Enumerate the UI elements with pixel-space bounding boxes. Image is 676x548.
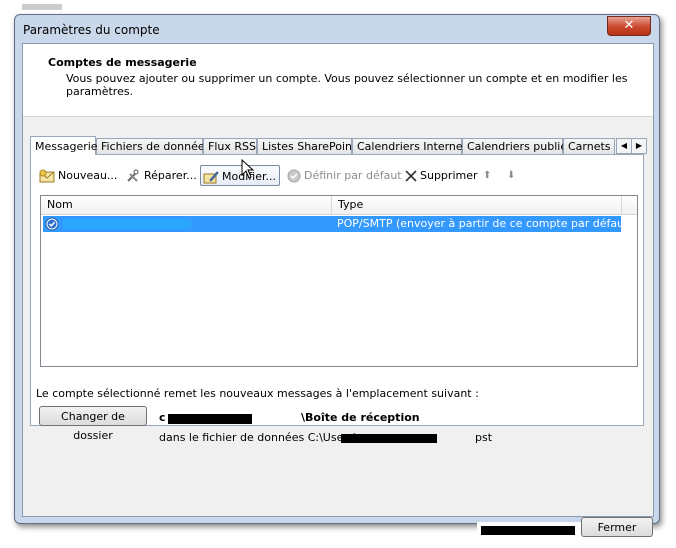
set-default-button[interactable]: Définir par défaut [285, 165, 402, 186]
repair-label: Réparer... [144, 169, 197, 182]
new-account-button[interactable]: Nouveau... [37, 165, 117, 186]
tab-label: Fichiers de données [101, 140, 211, 153]
account-type: POP/SMTP (envoyer à partir de ce compte … [337, 217, 633, 230]
chevron-right-icon: ▶ [635, 141, 643, 150]
move-up-button[interactable]: ⬆ [481, 165, 495, 186]
account-toolbar: Nouveau... Réparer... Modifier... [37, 165, 637, 187]
arrow-down-icon: ⬇ [507, 170, 516, 181]
delete-x-icon [405, 170, 417, 182]
header-title: Comptes de messagerie [48, 56, 197, 69]
column-header-type[interactable]: Type [332, 196, 637, 214]
column-separator[interactable] [621, 196, 622, 214]
messagerie-tab-panel: Nouveau... Réparer... Modifier... [30, 154, 644, 426]
account-name-cell [43, 216, 331, 232]
column-header-name[interactable]: Nom [41, 196, 331, 214]
window-close-button[interactable]: ✕ [607, 16, 651, 36]
table-row[interactable]: POP/SMTP (envoyer à partir de ce compte … [43, 216, 633, 232]
repair-button[interactable]: Réparer... [123, 165, 199, 186]
delete-button[interactable]: Supprimer [403, 165, 478, 186]
chevron-left-icon: ◀ [620, 141, 628, 150]
redacted-footer-area [477, 522, 581, 548]
background-fragment [22, 4, 62, 10]
modify-button[interactable]: Modifier... [200, 165, 280, 186]
data-file-extension: pst [475, 431, 493, 444]
arrow-up-icon: ⬆ [483, 170, 492, 181]
set-default-label: Définir par défaut [304, 169, 402, 182]
change-folder-button[interactable]: Changer de dossier [39, 406, 147, 442]
tab-label: Flux RSS [208, 140, 256, 153]
tab-strip: Messagerie Fichiers de données Flux RSS … [30, 136, 647, 155]
tab-fichiers-de-donnees[interactable]: Fichiers de données [96, 138, 210, 154]
tab-listes-sharepoint[interactable]: Listes SharePoint [257, 138, 356, 154]
redacted-footer-text [481, 526, 575, 535]
tab-label: Calendriers publiés [467, 140, 573, 153]
default-account-check-icon [45, 217, 59, 231]
folder-prefix: c [159, 411, 166, 424]
window-title: Paramètres du compte [23, 23, 160, 37]
data-file-path: dans le fichier de données C:\Users\... [159, 431, 368, 444]
mouse-cursor-icon [241, 159, 255, 179]
dialog-content: Comptes de messagerie Vous pouvez ajoute… [22, 43, 654, 548]
close-icon: ✕ [623, 18, 635, 33]
delivery-location-label: Le compte sélectionné remet les nouveaux… [36, 387, 479, 400]
tab-flux-rss[interactable]: Flux RSS [203, 138, 257, 154]
tab-messagerie[interactable]: Messagerie [30, 136, 98, 155]
tab-scroll-left-button[interactable]: ◀ [616, 138, 632, 154]
tab-label: Messagerie [35, 140, 98, 153]
tab-label: Calendriers Internet [357, 140, 467, 153]
new-mail-icon [39, 169, 55, 183]
redacted-path [341, 434, 437, 443]
accounts-list[interactable]: Nom Type POP/SMTP (envoyer à partir de c… [40, 195, 638, 367]
tab-calendriers-publies[interactable]: Calendriers publiés [462, 138, 573, 154]
header-panel: Comptes de messagerie Vous pouvez ajoute… [23, 44, 653, 117]
new-account-label: Nouveau... [58, 169, 118, 182]
tab-carnets[interactable]: Carnets d [563, 138, 615, 154]
list-header: Nom Type [41, 196, 637, 215]
redacted-folder-owner [168, 414, 252, 424]
edit-mail-icon [203, 171, 219, 184]
move-down-button[interactable]: ⬇ [505, 165, 519, 186]
tab-label: Carnets d [568, 140, 614, 153]
tools-icon [127, 169, 139, 182]
checkmark-circle-icon [287, 169, 301, 183]
tab-scroll-right-button[interactable]: ▶ [631, 138, 647, 154]
tab-label: Listes SharePoint [262, 140, 357, 153]
close-dialog-button[interactable]: Fermer [581, 517, 653, 537]
delete-label: Supprimer [420, 169, 478, 182]
redacted-account-name [63, 219, 191, 229]
title-bar[interactable]: Paramètres du compte ✕ [15, 15, 659, 43]
header-description: Vous pouvez ajouter ou supprimer un comp… [66, 72, 628, 98]
folder-name: \Boîte de réception [301, 411, 420, 424]
account-settings-dialog: Paramètres du compte ✕ Comptes de messag… [14, 14, 660, 548]
tab-calendriers-internet[interactable]: Calendriers Internet [352, 138, 467, 154]
